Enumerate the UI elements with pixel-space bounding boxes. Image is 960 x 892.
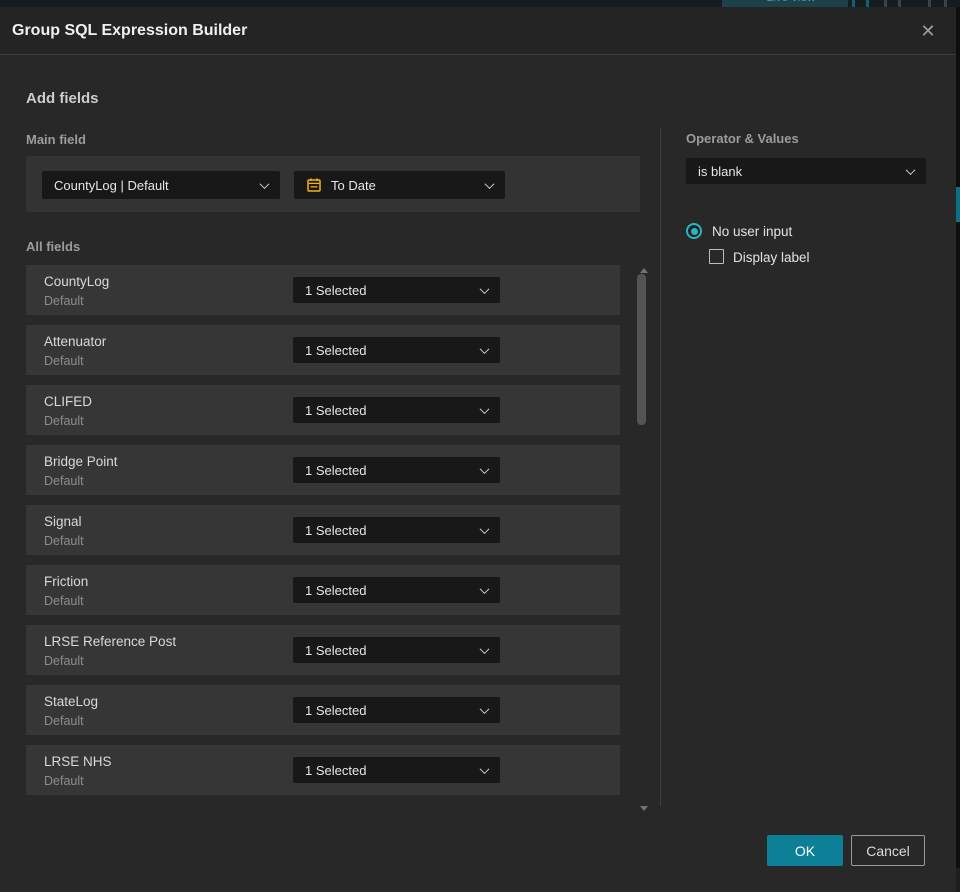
field-values-select-value: 1 Selected bbox=[305, 582, 367, 598]
toolbar-icon-fragment bbox=[928, 0, 931, 7]
cancel-button[interactable]: Cancel bbox=[851, 835, 925, 866]
field-name: LRSE NHS bbox=[44, 754, 112, 769]
background-teal-fragment bbox=[956, 187, 960, 222]
field-values-select[interactable]: 1 Selected bbox=[293, 517, 500, 543]
field-values-select[interactable]: 1 Selected bbox=[293, 757, 500, 783]
add-fields-heading: Add fields bbox=[26, 90, 99, 107]
field-values-select-value: 1 Selected bbox=[305, 282, 367, 298]
live-view-button[interactable]: Live view bbox=[722, 0, 848, 7]
main-field-select-value: CountyLog | Default bbox=[54, 177, 169, 193]
chevron-down-icon bbox=[479, 583, 490, 594]
main-field-select[interactable]: CountyLog | Default bbox=[42, 171, 280, 199]
scrollbar-down-arrow-icon[interactable] bbox=[640, 806, 648, 811]
background-light-fragment bbox=[956, 868, 960, 892]
live-view-label: Live view bbox=[766, 0, 815, 4]
background-page-strip: Live view bbox=[0, 0, 960, 7]
display-label-text: Display label bbox=[733, 250, 810, 265]
main-field-box: CountyLog | Default To Date bbox=[26, 156, 640, 212]
display-label-checkbox[interactable] bbox=[709, 249, 724, 264]
field-subtitle: Default bbox=[44, 294, 84, 308]
field-values-select[interactable]: 1 Selected bbox=[293, 397, 500, 423]
toolbar-icon-fragment bbox=[898, 0, 901, 7]
field-name: Friction bbox=[44, 574, 89, 589]
field-subtitle: Default bbox=[44, 354, 84, 368]
chevron-down-icon bbox=[479, 703, 490, 714]
dialog-header: Group SQL Expression Builder ✕ bbox=[0, 7, 956, 55]
field-values-select-value: 1 Selected bbox=[305, 642, 367, 658]
chevron-down-icon bbox=[484, 178, 495, 189]
operator-values-label: Operator & Values bbox=[686, 131, 799, 146]
field-name: Bridge Point bbox=[44, 454, 118, 469]
chevron-down-icon bbox=[259, 178, 270, 189]
ok-button[interactable]: OK bbox=[767, 835, 843, 866]
date-type-select-value: To Date bbox=[331, 177, 376, 193]
chevron-down-icon bbox=[479, 283, 490, 294]
toolbar-icon-fragment bbox=[866, 0, 869, 7]
chevron-down-icon bbox=[479, 763, 490, 774]
field-subtitle: Default bbox=[44, 774, 84, 788]
field-row: Signal Default 1 Selected bbox=[26, 505, 620, 555]
field-subtitle: Default bbox=[44, 534, 84, 548]
field-values-select[interactable]: 1 Selected bbox=[293, 577, 500, 603]
field-name: StateLog bbox=[44, 694, 99, 709]
field-subtitle: Default bbox=[44, 474, 84, 488]
toolbar-icon-fragment bbox=[944, 0, 947, 7]
dialog-title: Group SQL Expression Builder bbox=[12, 22, 248, 39]
close-icon[interactable]: ✕ bbox=[916, 7, 940, 55]
dialog-group-sql-expression-builder: Group SQL Expression Builder ✕ Add field… bbox=[0, 7, 956, 892]
chevron-down-icon bbox=[479, 643, 490, 654]
all-fields-label: All fields bbox=[26, 239, 81, 254]
field-values-select-value: 1 Selected bbox=[305, 522, 367, 538]
field-row: CountyLog Default 1 Selected bbox=[26, 265, 620, 315]
field-row: LRSE Reference Post Default 1 Selected bbox=[26, 625, 620, 675]
no-user-input-label: No user input bbox=[712, 224, 793, 239]
field-row: Bridge Point Default 1 Selected bbox=[26, 445, 620, 495]
no-user-input-radio[interactable] bbox=[686, 223, 702, 239]
scrollbar-thumb[interactable] bbox=[637, 274, 646, 425]
operator-select[interactable]: is blank bbox=[686, 158, 926, 184]
radio-selected-dot bbox=[690, 227, 698, 235]
field-subtitle: Default bbox=[44, 594, 84, 608]
field-values-select-value: 1 Selected bbox=[305, 342, 367, 358]
field-values-select-value: 1 Selected bbox=[305, 462, 367, 478]
field-row: StateLog Default 1 Selected bbox=[26, 685, 620, 735]
field-row: LRSE NHS Default 1 Selected bbox=[26, 745, 620, 795]
chevron-down-icon bbox=[479, 403, 490, 414]
field-values-select[interactable]: 1 Selected bbox=[293, 337, 500, 363]
field-name: CLIFED bbox=[44, 394, 93, 409]
vertical-divider bbox=[660, 128, 661, 806]
field-values-select[interactable]: 1 Selected bbox=[293, 637, 500, 663]
chevron-down-icon bbox=[479, 523, 490, 534]
scrollbar-up-arrow-icon[interactable] bbox=[640, 268, 648, 273]
field-subtitle: Default bbox=[44, 714, 84, 728]
all-fields-list: CountyLog Default 1 Selected Attenuator … bbox=[26, 265, 620, 805]
field-values-select-value: 1 Selected bbox=[305, 702, 367, 718]
toolbar-icon-fragment bbox=[884, 0, 887, 7]
date-type-select[interactable]: To Date bbox=[294, 171, 505, 199]
field-values-select[interactable]: 1 Selected bbox=[293, 457, 500, 483]
field-name: Signal bbox=[44, 514, 82, 529]
chevron-down-icon bbox=[479, 343, 490, 354]
field-row: CLIFED Default 1 Selected bbox=[26, 385, 620, 435]
calendar-icon bbox=[306, 177, 322, 193]
field-values-select-value: 1 Selected bbox=[305, 762, 367, 778]
field-values-select[interactable]: 1 Selected bbox=[293, 277, 500, 303]
field-name: LRSE Reference Post bbox=[44, 634, 177, 649]
operator-select-value: is blank bbox=[698, 163, 743, 179]
field-subtitle: Default bbox=[44, 414, 84, 428]
main-field-label: Main field bbox=[26, 132, 86, 147]
chevron-down-icon bbox=[905, 164, 916, 175]
field-subtitle: Default bbox=[44, 654, 84, 668]
field-row: Friction Default 1 Selected bbox=[26, 565, 620, 615]
chevron-down-icon bbox=[479, 463, 490, 474]
field-values-select[interactable]: 1 Selected bbox=[293, 697, 500, 723]
field-values-select-value: 1 Selected bbox=[305, 402, 367, 418]
background-page-edge bbox=[956, 7, 960, 892]
field-row: Attenuator Default 1 Selected bbox=[26, 325, 620, 375]
field-name: Attenuator bbox=[44, 334, 107, 349]
toolbar-icon-fragment bbox=[852, 0, 855, 7]
field-name: CountyLog bbox=[44, 274, 110, 289]
